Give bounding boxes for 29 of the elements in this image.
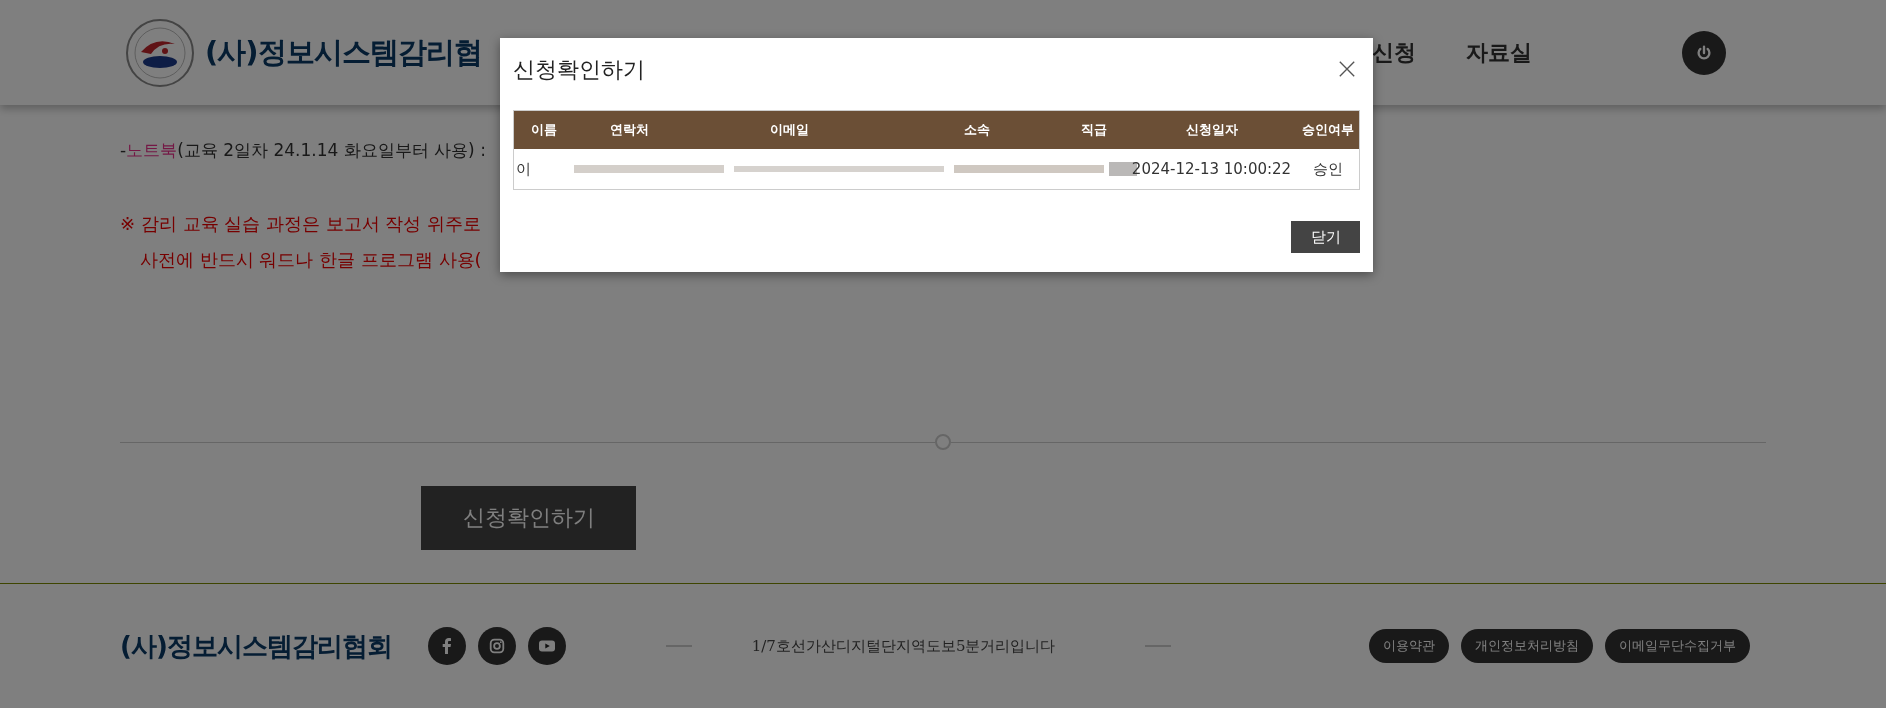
site-logo-text[interactable]: (사)정보시스템감리협: [205, 32, 482, 73]
dialog-title: 신청확인하기: [513, 56, 645, 84]
warning-text: 사전에 반드시 워드나 한글 프로그램 사용(: [139, 248, 482, 272]
footer-link[interactable]: 이용약관: [1369, 629, 1449, 663]
column-header: 직급: [1080, 121, 1108, 139]
address-text: 1/7호선가산디지털단지역도보5분거리입니다: [751, 636, 1056, 656]
footer-link[interactable]: 이메일무단수집거부: [1605, 629, 1750, 663]
notebook-note: -노트북(교육 2일차 24.1.14 화요일부터 사용) :: [120, 139, 487, 162]
column-header: 소속: [962, 121, 991, 139]
column-header: 이메일: [768, 121, 810, 139]
apply-check-button[interactable]: 신청확인하기: [421, 486, 636, 550]
table-cell-text: 2024-12-13 10:00:22: [1130, 160, 1293, 178]
nav-link[interactable]: 자료실: [1466, 37, 1532, 68]
column-header: 신청일자: [1184, 121, 1239, 139]
column-header: 승인여부: [1300, 121, 1355, 139]
close-button[interactable]: 닫기: [1291, 221, 1360, 253]
column-header: 이름: [530, 121, 558, 139]
power-icon[interactable]: [1682, 30, 1726, 75]
nav-link[interactable]: 신청: [1372, 37, 1416, 68]
table-cell-text: 승인: [1311, 159, 1344, 179]
facebook-icon[interactable]: [427, 627, 466, 665]
footer-logo-text: (사)정보시스템감리협회: [120, 629, 392, 663]
footer-link[interactable]: 개인정보처리방침: [1461, 629, 1593, 663]
column-header: 연락처: [608, 121, 650, 139]
table-cell-text: 이: [515, 159, 531, 179]
emblem-icon: [125, 17, 195, 88]
instagram-icon[interactable]: [477, 627, 516, 665]
youtube-icon[interactable]: [527, 627, 566, 665]
warning-text: ※ 감리 교육 실습 과정은 보고서 작성 위주로: [120, 212, 482, 236]
